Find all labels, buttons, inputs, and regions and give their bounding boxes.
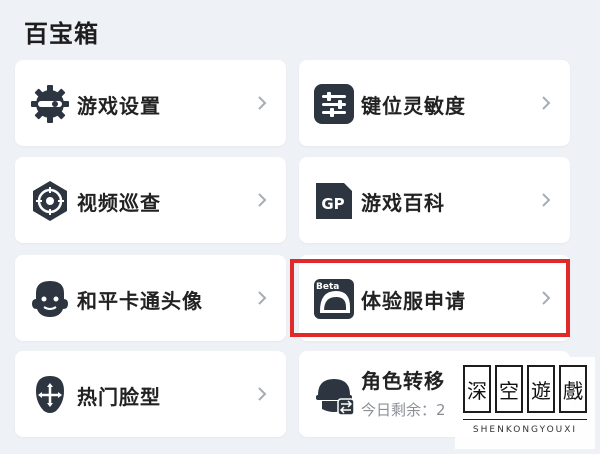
watermark-text: SHENKONGYOUXI xyxy=(472,425,578,435)
cartoon-avatar-icon xyxy=(32,281,68,317)
gear-icon xyxy=(31,85,69,123)
watermark-char: 深 xyxy=(463,365,491,413)
chevron-right-icon xyxy=(258,387,267,401)
chevron-right-icon xyxy=(258,96,267,110)
item-label: 键位灵敏度 xyxy=(361,94,466,118)
game-settings-card[interactable]: 游戏设置 xyxy=(15,60,286,146)
character-transfer-icon xyxy=(316,379,355,416)
face-shape-icon xyxy=(36,376,64,413)
key-sensitivity-card[interactable]: 键位灵敏度 xyxy=(299,60,570,146)
video-patrol-card[interactable]: 视频巡查 xyxy=(15,157,286,243)
gp-book-icon: GP xyxy=(316,183,352,219)
section-title: 百宝箱 xyxy=(24,20,99,48)
item-label: 游戏百科 xyxy=(361,191,445,215)
target-icon xyxy=(33,181,67,221)
item-label: 角色转移 xyxy=(361,369,445,393)
remaining-today-text: 今日剩余：2 xyxy=(361,401,446,419)
beta-badge: Beta xyxy=(316,282,339,292)
watermark-char: 遊 xyxy=(527,365,555,413)
cartoon-avatar-card[interactable]: 和平卡通头像 xyxy=(15,255,286,341)
beta-helmet-icon: Beta xyxy=(314,279,354,319)
item-label: 体验服申请 xyxy=(361,289,466,313)
chevron-right-icon xyxy=(542,291,551,305)
watermark-logo: 深 空 遊 戲 SHENKONGYOUXI xyxy=(455,357,595,449)
watermark-divider xyxy=(463,419,587,420)
beta-server-application-card[interactable]: Beta 体验服申请 xyxy=(299,255,570,341)
watermark-char: 戲 xyxy=(559,365,587,413)
item-label: 热门脸型 xyxy=(77,385,161,409)
popular-face-shape-card[interactable]: 热门脸型 xyxy=(15,351,286,437)
chevron-right-icon xyxy=(258,193,267,207)
chevron-right-icon xyxy=(258,291,267,305)
sliders-icon xyxy=(314,84,354,124)
chevron-right-icon xyxy=(542,96,551,110)
item-label: 游戏设置 xyxy=(77,94,161,118)
item-label: 视频巡查 xyxy=(77,191,161,215)
svg-text:GP: GP xyxy=(321,195,344,213)
item-label: 和平卡通头像 xyxy=(77,289,203,313)
chevron-right-icon xyxy=(542,193,551,207)
watermark-char: 空 xyxy=(495,365,523,413)
game-wiki-card[interactable]: GP 游戏百科 xyxy=(299,157,570,243)
